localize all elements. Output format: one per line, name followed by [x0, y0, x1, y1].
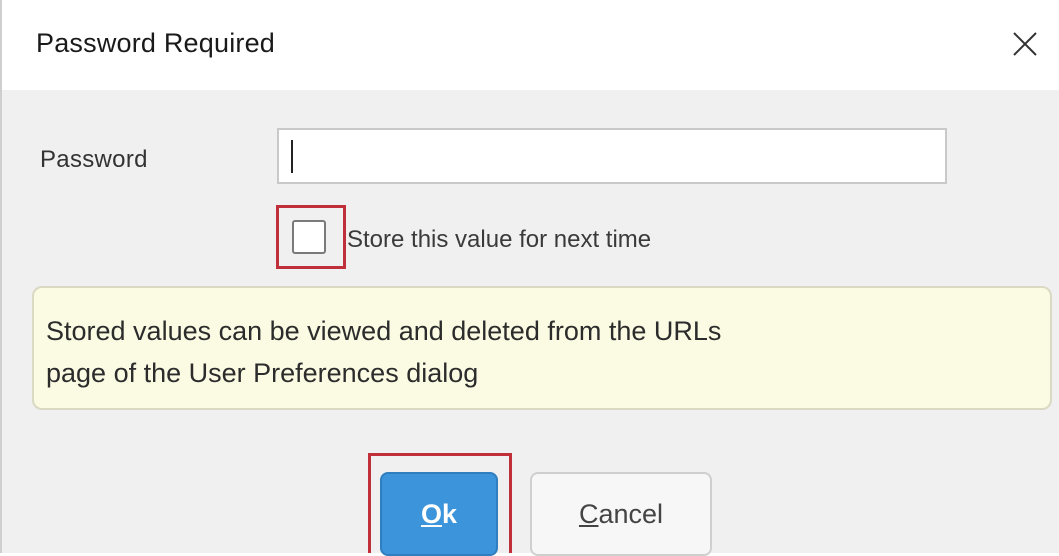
ok-label-rest: k [441, 498, 458, 529]
store-value-checkbox[interactable] [292, 220, 326, 254]
password-required-dialog: Password Required Password Store this va… [0, 0, 1059, 556]
close-icon [1013, 32, 1037, 56]
cancel-button[interactable]: Cancel [530, 472, 712, 556]
cancel-access-key: C [578, 498, 599, 529]
info-line-2: page of the User Preferences dialog [46, 358, 479, 388]
close-button[interactable] [1003, 22, 1047, 66]
text-caret [291, 140, 293, 173]
info-line-1: Stored values can be viewed and deleted … [46, 316, 722, 346]
password-input[interactable] [277, 128, 947, 184]
info-message-box: Stored values can be viewed and deleted … [32, 286, 1052, 410]
dialog-title: Password Required [36, 28, 276, 58]
title-bar: Password Required [2, 0, 1059, 90]
ok-access-key: O [420, 498, 442, 529]
ok-button[interactable]: Ok [380, 472, 498, 556]
store-value-label[interactable]: Store this value for next time [347, 226, 651, 254]
password-label: Password [40, 146, 148, 173]
cancel-label-rest: ancel [598, 498, 664, 529]
